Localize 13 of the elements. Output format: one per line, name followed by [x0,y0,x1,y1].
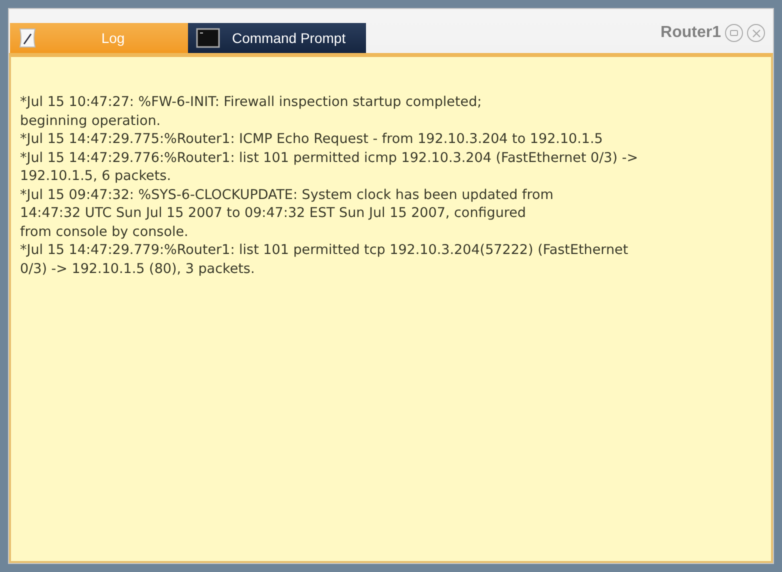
log-entry: *Jul 15 14:47:29.775:%Router1: ICMP Echo Request - from 192.10.3.204 to 192.10.1.5 [20,130,604,148]
tab[interactable]: Command Prompt [188,23,366,53]
log-entry: *Jul 15 09:47:32: %SYS-6-CLOCKUPDATE: System clock has been updated from 14:47:32 UTC Sun Jul 15 2007 to 09:47:32 EST Sun Jul 15 2007, configured from console by console. [20,186,554,241]
minimize-icon [730,30,738,36]
log-entry: *Jul 15 14:47:29.779:%Router1: list 101 permitted tcp 192.10.3.204(57222) (FastEthernet 0/3) -> 192.10.1.5 (80), 3 packets. [20,241,630,278]
window-title: Router1 [660,23,721,43]
minimize-button[interactable] [725,24,743,42]
log-entry: *Jul 15 14:47:29.776:%Router1: list 101 permitted icmp 192.10.3.204 (FastEthernet 0/3) -> 192.10.1.5, 6 packets. [20,148,640,186]
notepad-pen-icon [18,27,38,49]
close-button[interactable] [747,24,765,42]
terminal-icon [196,28,220,48]
close-icon [752,28,760,38]
log-entry: *Jul 15 10:47:27: %FW-6-INIT: Firewall inspection startup completed; beginning operation. [20,93,483,130]
